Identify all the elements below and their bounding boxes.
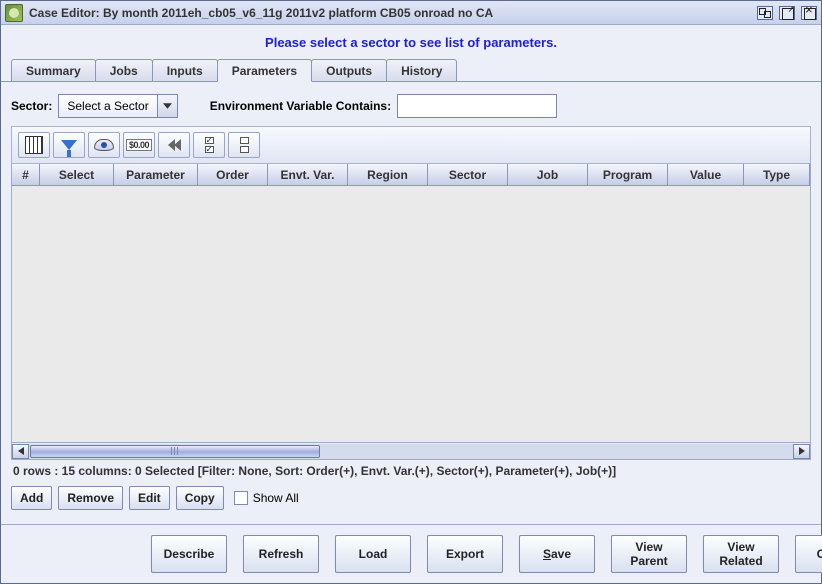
sector-select-value: Select a Sector bbox=[59, 95, 156, 117]
status-bar: 0 rows : 15 columns: 0 Selected [Filter:… bbox=[11, 460, 811, 486]
check-all-button[interactable] bbox=[193, 132, 225, 158]
parameters-table: # Select Parameter Order Envt. Var. Regi… bbox=[11, 164, 811, 460]
chevron-down-icon[interactable] bbox=[157, 95, 177, 117]
remove-button[interactable]: Remove bbox=[58, 486, 123, 510]
instruction-text: Please select a sector to see list of pa… bbox=[1, 25, 821, 58]
h-scrollbar[interactable] bbox=[12, 442, 810, 459]
format-button[interactable]: $0.00 bbox=[123, 132, 155, 158]
close-window-button[interactable] bbox=[801, 6, 817, 20]
eye-icon bbox=[94, 139, 114, 151]
row-action-buttons: Add Remove Edit Copy Show All bbox=[11, 486, 811, 516]
reset-button[interactable] bbox=[158, 132, 190, 158]
scroll-right-arrow[interactable] bbox=[793, 444, 810, 459]
col-value[interactable]: Value bbox=[668, 164, 744, 186]
load-button[interactable]: Load bbox=[335, 535, 411, 573]
check-all-icon bbox=[205, 137, 214, 153]
sector-select[interactable]: Select a Sector bbox=[58, 94, 177, 118]
close-button[interactable]: Close bbox=[795, 535, 822, 573]
tab-history[interactable]: History bbox=[386, 59, 457, 82]
bottom-button-row: Describe Refresh Load Export Save View P… bbox=[1, 524, 821, 583]
col-job[interactable]: Job bbox=[508, 164, 588, 186]
show-all-label: Show All bbox=[253, 491, 299, 505]
tab-inputs[interactable]: Inputs bbox=[152, 59, 218, 82]
minimize-button[interactable] bbox=[757, 6, 773, 20]
view-related-button[interactable]: View Related bbox=[703, 535, 779, 573]
filter-icon bbox=[61, 140, 77, 150]
describe-button[interactable]: Describe bbox=[151, 535, 227, 573]
rewind-icon bbox=[168, 139, 180, 151]
app-icon bbox=[5, 4, 23, 22]
table-header: # Select Parameter Order Envt. Var. Regi… bbox=[12, 164, 810, 186]
env-var-input[interactable] bbox=[397, 94, 557, 118]
col-select[interactable]: Select bbox=[40, 164, 114, 186]
export-button[interactable]: Export bbox=[427, 535, 503, 573]
scroll-thumb[interactable] bbox=[30, 445, 320, 458]
col-envtvar[interactable]: Envt. Var. bbox=[268, 164, 348, 186]
sector-label: Sector: bbox=[11, 99, 52, 113]
tab-content: Sector: Select a Sector Environment Vari… bbox=[1, 82, 821, 524]
preview-button[interactable] bbox=[88, 132, 120, 158]
tab-parameters[interactable]: Parameters bbox=[217, 59, 312, 82]
uncheck-all-icon bbox=[240, 137, 249, 153]
show-all-checkbox[interactable] bbox=[234, 491, 248, 505]
case-editor-window: Case Editor: By month 2011eh_cb05_v6_11g… bbox=[0, 0, 822, 584]
uncheck-all-button[interactable] bbox=[228, 132, 260, 158]
tab-jobs[interactable]: Jobs bbox=[95, 59, 153, 82]
edit-button[interactable]: Edit bbox=[129, 486, 170, 510]
col-sector[interactable]: Sector bbox=[428, 164, 508, 186]
col-program[interactable]: Program bbox=[588, 164, 668, 186]
add-button[interactable]: Add bbox=[11, 486, 52, 510]
maximize-button[interactable] bbox=[779, 6, 795, 20]
col-order[interactable]: Order bbox=[198, 164, 268, 186]
col-index[interactable]: # bbox=[12, 164, 40, 186]
col-parameter[interactable]: Parameter bbox=[114, 164, 198, 186]
col-type[interactable]: Type bbox=[744, 164, 810, 186]
save-mnemonic: S bbox=[543, 547, 551, 561]
filter-button[interactable] bbox=[53, 132, 85, 158]
table-body-empty bbox=[12, 186, 810, 442]
tab-outputs[interactable]: Outputs bbox=[311, 59, 387, 82]
titlebar: Case Editor: By month 2011eh_cb05_v6_11g… bbox=[1, 1, 821, 25]
refresh-button[interactable]: Refresh bbox=[243, 535, 319, 573]
scroll-track[interactable] bbox=[29, 444, 793, 459]
columns-icon bbox=[25, 136, 43, 154]
save-button[interactable]: Save bbox=[519, 535, 595, 573]
env-var-label: Environment Variable Contains: bbox=[210, 99, 391, 113]
title-controls bbox=[757, 6, 817, 20]
show-all-checkbox-wrap[interactable]: Show All bbox=[234, 491, 299, 505]
tab-summary[interactable]: Summary bbox=[11, 59, 96, 82]
scroll-left-arrow[interactable] bbox=[12, 444, 29, 459]
filter-row: Sector: Select a Sector Environment Vari… bbox=[11, 94, 811, 118]
table-toolbar: $0.00 bbox=[11, 126, 811, 164]
col-region[interactable]: Region bbox=[348, 164, 428, 186]
view-parent-button[interactable]: View Parent bbox=[611, 535, 687, 573]
tabs: Summary Jobs Inputs Parameters Outputs H… bbox=[1, 58, 821, 82]
copy-button[interactable]: Copy bbox=[176, 486, 224, 510]
window-title: Case Editor: By month 2011eh_cb05_v6_11g… bbox=[27, 6, 757, 20]
columns-button[interactable] bbox=[18, 132, 50, 158]
format-icon: $0.00 bbox=[126, 139, 152, 151]
